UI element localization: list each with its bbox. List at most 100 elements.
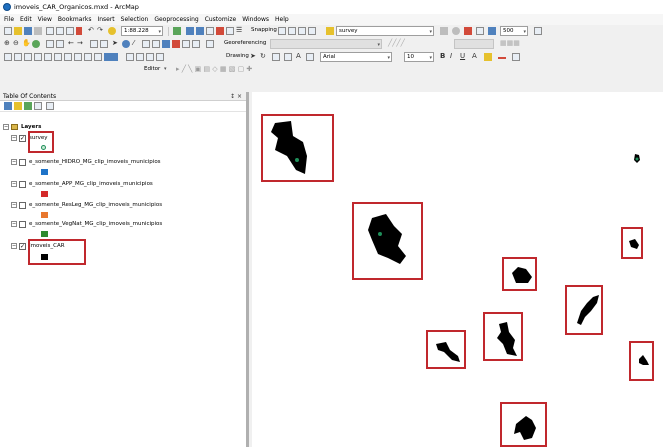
save-icon[interactable] [24,27,32,35]
menu-view[interactable]: View [38,16,52,23]
paste-icon[interactable] [66,27,74,35]
italic-button[interactable]: I [450,52,452,60]
zoom-100-icon[interactable] [44,53,52,61]
parcel-polygon[interactable] [497,322,517,356]
arctoolbox-icon[interactable] [216,27,224,35]
table-of-contents-icon[interactable] [186,27,194,35]
underline-button[interactable]: U [460,52,465,60]
editor-toolbar-icon[interactable] [173,27,181,35]
layer-row[interactable]: − e_somente_APP_MG_clip_imoveis_municipio… [11,180,153,188]
parcel-polygon[interactable] [512,267,532,283]
time-slider-icon[interactable] [192,40,200,48]
rotate-field[interactable] [454,39,494,49]
data-driven-pages-icon[interactable] [146,53,154,61]
marker-color-icon[interactable] [512,53,520,61]
menu-selection[interactable]: Selection [121,16,149,23]
editor-menu[interactable]: Editor [144,66,160,72]
survey-point[interactable] [378,232,382,236]
georeferencing-layer-dropdown[interactable]: ▾ [270,39,382,49]
find-icon[interactable]: ⁄ [133,39,134,47]
chevron-down-icon[interactable]: ▾ [377,41,380,48]
menu-windows[interactable]: Windows [242,16,269,23]
contrast-icon[interactable] [488,27,496,35]
georef-options-icon[interactable]: ▦▦▦ [500,39,520,47]
font-size-dropdown[interactable]: 10 ▾ [404,52,434,62]
map-display[interactable] [252,92,663,447]
clear-selection-icon[interactable] [100,40,108,48]
chevron-down-icon[interactable]: ▾ [429,54,432,61]
collapse-icon[interactable]: − [11,135,17,141]
list-by-selection-icon[interactable] [34,102,42,110]
find-route-icon[interactable] [172,40,180,48]
open-folder-icon[interactable] [14,27,22,35]
cut-icon[interactable] [46,27,54,35]
layer-row[interactable]: − e_somente_VegNat_MG_clip_imoveis_munici… [11,220,162,228]
layer-visibility-checkbox[interactable] [19,180,26,188]
collapse-icon[interactable]: − [11,159,17,165]
layer-row[interactable]: − e_somente_ResLeg_MG_clip_imoveis_munici… [11,201,162,209]
collapse-icon[interactable]: − [11,243,17,249]
menu-bookmarks[interactable]: Bookmarks [58,16,92,23]
layer-visibility-checkbox[interactable]: ✓ [19,134,26,142]
parcel-polygon[interactable] [629,239,639,249]
layer-select-dropdown[interactable]: survey ▾ [336,26,434,36]
redo-icon[interactable]: ↷ [97,26,103,34]
focus-data-frame-icon[interactable] [84,53,92,61]
collapse-icon[interactable]: − [3,124,9,130]
layout-zoom-out-icon[interactable] [14,53,22,61]
select-elements-tool-icon[interactable]: ➤ [250,52,256,60]
draft-mode-icon[interactable] [126,53,134,61]
zoom-to-elements-icon[interactable] [272,53,280,61]
collapse-icon[interactable]: − [11,202,17,208]
rectangle-tool-icon[interactable] [284,53,292,61]
zoom-out-icon[interactable]: ⊖ [13,39,19,47]
font-color-icon[interactable]: A [472,52,477,60]
effects-icon[interactable] [440,27,448,35]
list-by-source-icon[interactable] [14,102,22,110]
edit-tools-icon[interactable]: ▸ ╱ ╲ ▣ ▤ ◇ ▦ ▧ ▢ ✚ [176,65,252,73]
measure-icon[interactable] [476,27,484,35]
full-extent-icon[interactable] [32,40,40,48]
map-scale-field[interactable]: 1:88.228 ▾ [121,26,163,36]
hyperlink-icon[interactable] [142,40,150,48]
collapse-icon[interactable]: − [11,181,17,187]
georef-tools-icon[interactable]: ╱╱╱╱ [388,39,405,47]
layout-pan-icon[interactable] [24,53,32,61]
line-color-icon[interactable] [498,57,506,59]
chevron-down-icon[interactable]: ▾ [158,28,161,35]
select-features-icon[interactable] [90,40,98,48]
chevron-down-icon[interactable]: ▾ [387,54,390,61]
search-window-icon[interactable] [206,27,214,35]
menu-geoprocessing[interactable]: Geoprocessing [154,16,198,23]
zoom-whole-page-icon[interactable] [34,53,42,61]
fixed-layout-zoom-icon[interactable] [54,53,62,61]
print-icon[interactable] [34,27,42,35]
layers-group-row[interactable]: − Layers [3,123,41,131]
list-by-drawing-order-icon[interactable] [4,102,12,110]
parcel-polygon[interactable] [514,416,536,440]
vertex-snapping-icon[interactable] [298,27,306,35]
swipe-icon[interactable] [452,27,460,35]
add-data-icon[interactable] [108,27,116,35]
survey-point[interactable] [635,157,639,161]
layer-row[interactable]: − e_somente_HIDRO_MG_clip_imoveis_municip… [11,158,161,166]
layer-visibility-checkbox[interactable] [19,220,26,228]
python-window-icon[interactable] [226,27,234,35]
text-tool-icon[interactable]: A [296,52,301,60]
collapse-icon[interactable]: − [11,221,17,227]
layer-visibility-checkbox[interactable] [19,201,26,209]
new-document-icon[interactable] [4,27,12,35]
measure-field[interactable]: 500 ▾ [500,26,528,36]
color-ramp-icon[interactable] [104,53,118,61]
export-map-icon[interactable] [156,53,164,61]
parcel-polygon[interactable] [368,214,406,264]
menu-file[interactable]: File [4,16,14,23]
go-forward-extent-icon[interactable] [74,53,82,61]
fill-color-icon[interactable] [484,53,492,61]
chevron-down-icon[interactable]: ▾ [429,28,432,35]
edge-snapping-icon[interactable] [308,27,316,35]
identify-icon[interactable] [122,40,130,48]
chevron-down-icon[interactable]: ▾ [523,28,526,35]
point-snapping-icon[interactable] [278,27,286,35]
toc-window-buttons[interactable]: ↕ × [230,92,242,101]
